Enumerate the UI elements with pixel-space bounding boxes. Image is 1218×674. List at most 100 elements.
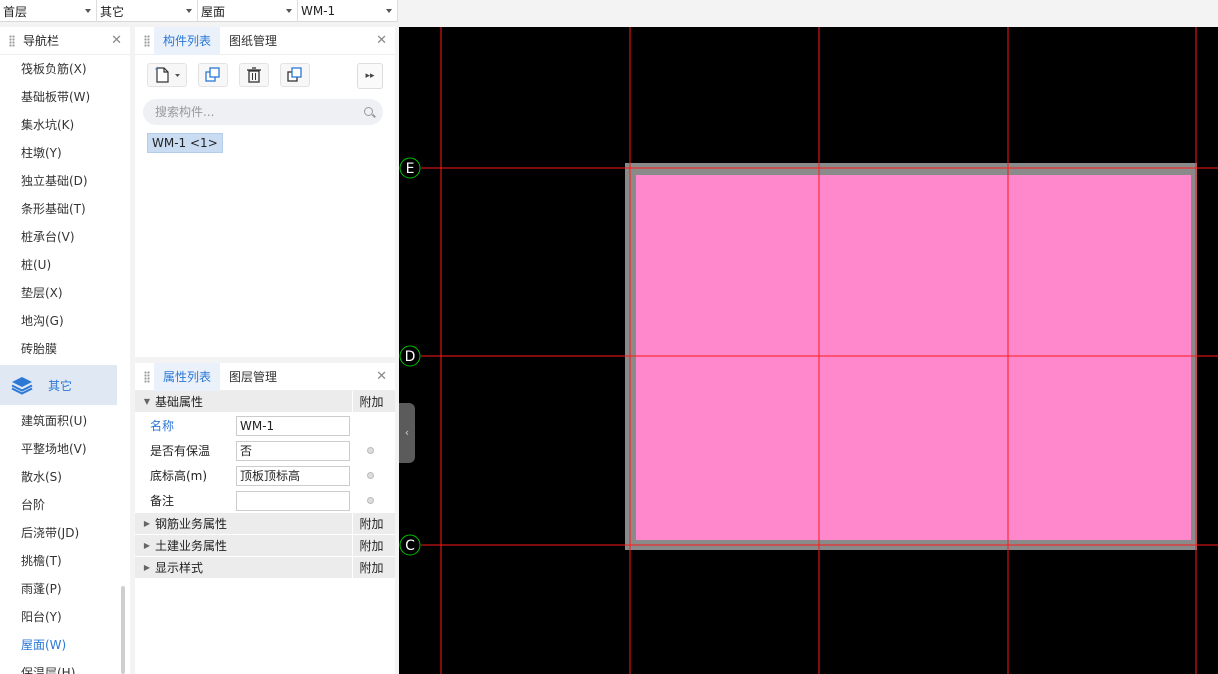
close-icon[interactable]: ✕ — [376, 34, 387, 47]
sidebar-item[interactable]: 台阶 — [0, 491, 130, 519]
expand-triangle-icon: ▶ — [143, 519, 151, 528]
section-title: 基础属性 — [155, 395, 204, 409]
sidebar-item[interactable]: 条形基础(T) — [0, 195, 130, 223]
search-icon[interactable] — [364, 107, 373, 116]
sidebar-item[interactable]: 集水坑(K) — [0, 111, 130, 139]
nav-group-label: 其它 — [48, 378, 73, 393]
section-display-style[interactable]: ▶ 显示样式 附加 — [135, 557, 395, 579]
sidebar-item[interactable]: 阳台(Y) — [0, 603, 130, 631]
copy-to-floor-button[interactable] — [280, 63, 310, 87]
roof-slab[interactable] — [636, 175, 1191, 540]
component-toolbar: * — [135, 55, 395, 95]
property-value-input[interactable]: 顶板顶标高 — [236, 465, 350, 486]
section-title: 钢筋业务属性 — [155, 517, 228, 531]
more-tools-button[interactable]: ▸▸ — [357, 63, 383, 89]
section-rebar-properties[interactable]: ▶ 钢筋业务属性 附加 — [135, 513, 395, 535]
canvas-drawing: E D C — [399, 27, 1218, 674]
section-basic-properties[interactable]: ▼ 基础属性 附加 — [135, 391, 395, 413]
sidebar-item[interactable]: 基础板带(W) — [0, 83, 130, 111]
component-search-input[interactable]: 搜索构件... — [143, 99, 383, 125]
sidebar-item[interactable]: 保温层(H) — [0, 659, 130, 674]
add-checkbox[interactable] — [367, 447, 374, 454]
sidebar-item[interactable]: 砖胎膜 — [0, 335, 130, 363]
chevron-down-icon — [286, 9, 292, 13]
add-column-label: 附加 — [352, 557, 390, 579]
sidebar-item[interactable]: 散水(S) — [0, 463, 130, 491]
drawing-canvas[interactable]: E D C — [399, 27, 1218, 674]
tab-layer-management[interactable]: 图层管理 — [220, 363, 286, 391]
sidebar-item[interactable]: 建筑面积(U) — [0, 407, 130, 435]
new-document-icon: * — [155, 67, 180, 83]
type-dropdown[interactable]: 屋面 — [198, 0, 298, 22]
sidebar-item[interactable]: 筏板负筋(X) — [0, 55, 130, 83]
axis-label-d: D — [405, 349, 416, 365]
chevron-down-icon — [386, 9, 392, 13]
property-value-input[interactable] — [236, 490, 350, 511]
section-civil-properties[interactable]: ▶ 土建业务属性 附加 — [135, 535, 395, 557]
tab-component-list[interactable]: 构件列表 — [154, 26, 221, 55]
expand-triangle-icon: ▶ — [143, 563, 151, 572]
close-icon[interactable]: ✕ — [376, 370, 387, 383]
sidebar-item[interactable]: 雨蓬(P) — [0, 575, 130, 603]
type-dropdown-value: 屋面 — [201, 4, 226, 19]
component-dropdown[interactable]: WM-1 — [298, 0, 398, 22]
drag-handle-icon[interactable] — [144, 34, 150, 47]
navigation-scrollbar[interactable] — [121, 586, 125, 674]
new-component-button[interactable]: * — [147, 63, 187, 87]
sidebar-item[interactable]: 桩(U) — [0, 251, 130, 279]
trash-icon — [247, 67, 261, 83]
category-dropdown[interactable]: 其它 — [97, 0, 198, 22]
add-column-label: 附加 — [352, 513, 390, 535]
navigation-panel: 导航栏 ✕ 筏板负筋(X) 基础板带(W) 集水坑(K) 柱墩(Y) 独立基础(D) 条形… — [0, 27, 130, 674]
sidebar-item[interactable]: 屋面(W) — [0, 631, 130, 659]
floor-dropdown[interactable]: 首层 — [0, 0, 97, 22]
collapse-triangle-icon: ▼ — [143, 397, 151, 406]
category-dropdown-value: 其它 — [100, 4, 125, 19]
drag-handle-icon[interactable] — [144, 370, 150, 383]
layer-copy-icon — [287, 67, 302, 82]
add-column-label: 附加 — [352, 391, 390, 413]
property-panel-header: 属性列表 图层管理 ✕ — [135, 362, 395, 391]
svg-text:*: * — [155, 67, 158, 74]
add-checkbox[interactable] — [367, 472, 374, 479]
floor-selector-bar: 首层 其它 屋面 WM-1 — [0, 0, 398, 22]
axis-bubble-e: E — [399, 157, 421, 179]
delete-button[interactable] — [239, 63, 269, 87]
property-row-name: 名称 WM-1 — [135, 413, 395, 438]
axis-bubble-c: C — [399, 534, 421, 556]
add-checkbox[interactable] — [367, 497, 374, 504]
navigation-list-top: 筏板负筋(X) 基础板带(W) 集水坑(K) 柱墩(Y) 独立基础(D) 条形基础(T) 桩… — [0, 55, 130, 363]
sidebar-item[interactable]: 垫层(X) — [0, 279, 130, 307]
close-icon[interactable]: ✕ — [111, 34, 122, 47]
property-key: 名称 — [150, 419, 175, 433]
axis-label-c: C — [405, 538, 415, 554]
navigation-panel-title: 导航栏 — [23, 34, 60, 48]
tab-drawing-management[interactable]: 图纸管理 — [220, 27, 286, 55]
component-dropdown-value: WM-1 — [301, 4, 336, 18]
property-key: 是否有保温 — [150, 444, 211, 458]
sidebar-item[interactable]: 桩承台(V) — [0, 223, 130, 251]
component-panel-header: 构件列表 图纸管理 ✕ — [135, 26, 395, 55]
sidebar-item[interactable]: 后浇带(JD) — [0, 519, 130, 547]
collapse-panel-handle[interactable]: ‹ — [399, 403, 415, 463]
add-column-label: 附加 — [352, 535, 390, 557]
expand-triangle-icon: ▶ — [143, 541, 151, 550]
navigation-panel-header: 导航栏 ✕ — [0, 27, 130, 55]
property-row-insulation: 是否有保温 否 — [135, 438, 395, 463]
layers-icon — [10, 375, 34, 395]
sidebar-item[interactable]: 挑檐(T) — [0, 547, 130, 575]
sidebar-item[interactable]: 独立基础(D) — [0, 167, 130, 195]
axis-bubble-d: D — [399, 345, 421, 367]
sidebar-item[interactable]: 柱墩(Y) — [0, 139, 130, 167]
property-value-input[interactable]: WM-1 — [236, 415, 350, 436]
sidebar-item[interactable]: 平整场地(V) — [0, 435, 130, 463]
copy-button[interactable] — [198, 63, 228, 87]
navigation-list-bottom: 建筑面积(U) 平整场地(V) 散水(S) 台阶 后浇带(JD) 挑檐(T) 雨蓬(P) 阳台… — [0, 407, 130, 674]
drag-handle-icon[interactable] — [9, 34, 15, 47]
sidebar-item[interactable]: 地沟(G) — [0, 307, 130, 335]
nav-group-other[interactable]: 其它 — [0, 365, 117, 405]
component-list-item[interactable]: WM-1 <1> — [147, 133, 223, 153]
tab-property-list[interactable]: 属性列表 — [154, 362, 221, 391]
property-value-input[interactable]: 否 — [236, 440, 350, 461]
floor-dropdown-value: 首层 — [3, 4, 28, 19]
